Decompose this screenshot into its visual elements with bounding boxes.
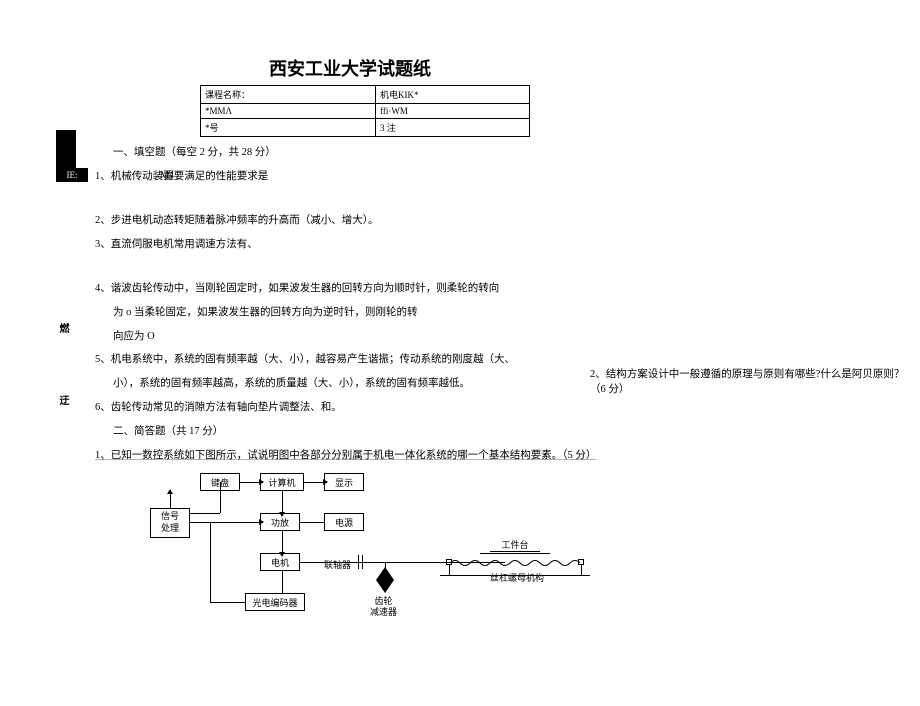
connector (220, 482, 221, 513)
box-signal: 信号 处理 (150, 508, 190, 538)
coupling-bar (358, 555, 359, 569)
m4-label: M4 (160, 170, 174, 181)
box-worktable: 工件台 (490, 538, 540, 552)
connector (240, 482, 260, 483)
question-3: 3、直流伺服电机常用调速方法有、 (95, 235, 920, 255)
connector (300, 522, 324, 523)
header-cell: 3 注 (376, 119, 530, 137)
document-content: 一、填空题（每空 2 分，共 28 分） 1、机械传动装置要满足的性能要求是 2… (95, 143, 920, 466)
connector (170, 493, 171, 508)
support (581, 565, 582, 575)
header-cell: 课程名称： (201, 86, 376, 104)
question-4a: 4、谐波齿轮传动中，当刚轮固定时，如果波发生器的回转方向为顺时针，则柔轮的转向 (95, 279, 920, 299)
section-2-title: 二、简答题（共 17 分） (95, 422, 920, 442)
connector (304, 482, 324, 483)
side-marker-1: 燃 (55, 323, 70, 333)
system-diagram: 键盘 计算机 显示 信号 处理 功放 电源 电机 联轴器 齿轮 减速器 工件台 … (150, 463, 630, 663)
box-power-supply: 电源 (324, 513, 364, 531)
connector (300, 562, 385, 563)
coupling-bar (362, 555, 363, 569)
connector (190, 522, 260, 523)
ie-label: IE: (56, 168, 88, 182)
ground-line (440, 575, 590, 576)
label-screw: 丝杠螺母机构 (490, 571, 544, 584)
gear-triangle (376, 567, 394, 580)
short-question-2: 2、结构方案设计中一般遵循的原理与原则有哪些?什么是阿贝原则？（6 分） (590, 366, 920, 396)
connector (282, 531, 283, 553)
worktable-base (480, 553, 550, 554)
support (449, 565, 450, 575)
header-cell: *号 (201, 119, 376, 137)
connector (190, 513, 220, 514)
box-display: 显示 (324, 473, 364, 491)
connector (210, 602, 245, 603)
question-4c: 向应为 O (95, 327, 920, 347)
connector (282, 491, 283, 513)
gear-triangle (376, 580, 394, 593)
question-6: 6、齿轮传动常见的消隙方法有轴向垫片调整法、和。 (95, 398, 920, 418)
connector (282, 571, 283, 593)
header-cell: ffi·WM (376, 104, 530, 119)
label-gear-reducer: 齿轮 减速器 (370, 596, 397, 618)
connector (210, 522, 211, 602)
question-1: 1、机械传动装置要满足的性能要求是 (95, 167, 920, 187)
label-coupling: 联轴器 (324, 558, 351, 571)
screw-wave (450, 558, 580, 568)
question-4b: 为 o 当柔轮固定，如果波发生器的回转方向为逆时针，则刚轮的转 (95, 303, 920, 323)
page-title: 西安工业大学试题纸 (200, 55, 500, 81)
header-cell: 机电KIK* (376, 86, 530, 104)
question-2: 2、步进电机动态转矩随着脉冲频率的升高而（减小、增大）。 (95, 211, 920, 231)
header-table: 课程名称： 机电KIK* *MMΛ ffi·WM *号 3 注 (200, 85, 530, 137)
box-encoder: 光电编码器 (245, 593, 305, 611)
header-cell: *MMΛ (201, 104, 376, 119)
section-1-title: 一、填空题（每空 2 分，共 28 分） (95, 143, 920, 163)
side-marker-2: 迂 (55, 395, 70, 405)
box-computer: 计算机 (260, 473, 304, 491)
